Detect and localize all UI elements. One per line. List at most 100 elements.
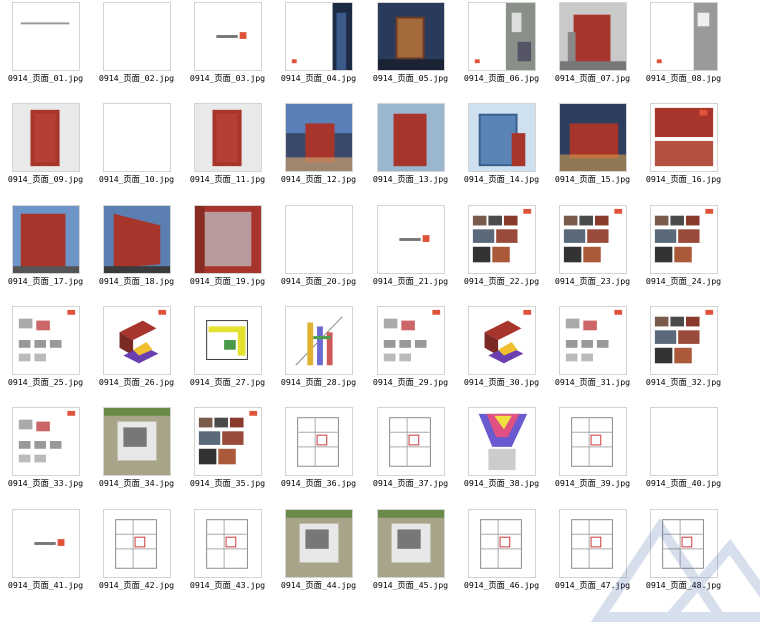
file-item[interactable]: 0914_页面_09.jpg bbox=[0, 101, 91, 202]
photo-collage-thumbnail[interactable] bbox=[468, 205, 536, 274]
file-item[interactable]: 0914_页面_47.jpg bbox=[547, 507, 638, 608]
file-item[interactable]: 0914_页面_37.jpg bbox=[365, 405, 456, 506]
file-item[interactable]: 0914_页面_12.jpg bbox=[273, 101, 364, 202]
diagram-thumbnail[interactable] bbox=[12, 306, 80, 375]
brick-tower-sky-thumbnail[interactable] bbox=[377, 103, 445, 172]
blank-page-thumbnail[interactable] bbox=[103, 2, 171, 71]
file-name-label[interactable]: 0914_页面_47.jpg bbox=[547, 579, 638, 591]
file-name-label[interactable]: 0914_页面_24.jpg bbox=[638, 275, 729, 287]
file-item[interactable]: 0914_页面_44.jpg bbox=[273, 507, 364, 608]
file-name-label[interactable]: 0914_页面_19.jpg bbox=[182, 275, 273, 287]
file-name-label[interactable]: 0914_页面_48.jpg bbox=[638, 579, 729, 591]
file-item[interactable]: 0914_页面_20.jpg bbox=[273, 203, 364, 304]
brick-facade-thumbnail[interactable] bbox=[12, 205, 80, 274]
analysis-map-thumbnail[interactable] bbox=[468, 407, 536, 476]
night-tower-thumbnail[interactable] bbox=[285, 2, 353, 71]
file-name-label[interactable]: 0914_页面_09.jpg bbox=[0, 173, 91, 185]
file-name-label[interactable]: 0914_页面_26.jpg bbox=[91, 376, 182, 388]
file-name-label[interactable]: 0914_页面_07.jpg bbox=[547, 72, 638, 84]
file-name-label[interactable]: 0914_页面_16.jpg bbox=[638, 173, 729, 185]
file-name-label[interactable]: 0914_页面_01.jpg bbox=[0, 72, 91, 84]
file-item[interactable]: 0914_页面_23.jpg bbox=[547, 203, 638, 304]
file-item[interactable]: 0914_页面_14.jpg bbox=[456, 101, 547, 202]
file-name-label[interactable]: 0914_页面_41.jpg bbox=[0, 579, 91, 591]
diagram-thumbnail[interactable] bbox=[377, 306, 445, 375]
file-item[interactable]: 0914_页面_35.jpg bbox=[182, 405, 273, 506]
file-item[interactable]: 0914_页面_45.jpg bbox=[365, 507, 456, 608]
file-item[interactable]: 0914_页面_01.jpg bbox=[0, 0, 91, 101]
title-page-thumbnail[interactable] bbox=[12, 509, 80, 578]
file-item[interactable]: 0914_页面_34.jpg bbox=[91, 405, 182, 506]
title-page-thumbnail[interactable] bbox=[377, 205, 445, 274]
file-item[interactable]: 0914_页面_43.jpg bbox=[182, 507, 273, 608]
perspective-facade-thumbnail[interactable] bbox=[103, 205, 171, 274]
blank-page-thumbnail[interactable] bbox=[103, 103, 171, 172]
floor-plan-thumbnail[interactable] bbox=[377, 407, 445, 476]
file-item[interactable]: 0914_页面_31.jpg bbox=[547, 304, 638, 405]
file-name-label[interactable]: 0914_页面_25.jpg bbox=[0, 376, 91, 388]
file-item[interactable]: 0914_页面_38.jpg bbox=[456, 405, 547, 506]
photo-collage-thumbnail[interactable] bbox=[650, 306, 718, 375]
file-item[interactable]: 0914_页面_19.jpg bbox=[182, 203, 273, 304]
file-item[interactable]: 0914_页面_22.jpg bbox=[456, 203, 547, 304]
file-name-label[interactable]: 0914_页面_03.jpg bbox=[182, 72, 273, 84]
file-name-label[interactable]: 0914_页面_27.jpg bbox=[182, 376, 273, 388]
file-item[interactable]: 0914_页面_29.jpg bbox=[365, 304, 456, 405]
file-name-label[interactable]: 0914_页面_18.jpg bbox=[91, 275, 182, 287]
file-item[interactable]: 0914_页面_40.jpg bbox=[638, 405, 729, 506]
file-name-label[interactable]: 0914_页面_13.jpg bbox=[365, 173, 456, 185]
file-item[interactable]: 0914_页面_30.jpg bbox=[456, 304, 547, 405]
file-name-label[interactable]: 0914_页面_06.jpg bbox=[456, 72, 547, 84]
file-name-label[interactable]: 0914_页面_34.jpg bbox=[91, 477, 182, 489]
file-item[interactable]: 0914_页面_39.jpg bbox=[547, 405, 638, 506]
file-item[interactable]: 0914_页面_24.jpg bbox=[638, 203, 729, 304]
dusk-building-thumbnail[interactable] bbox=[285, 103, 353, 172]
file-name-label[interactable]: 0914_页面_05.jpg bbox=[365, 72, 456, 84]
massing-diagram-thumbnail[interactable] bbox=[103, 306, 171, 375]
brick-grid-thumbnail[interactable] bbox=[194, 205, 262, 274]
file-name-label[interactable]: 0914_页面_30.jpg bbox=[456, 376, 547, 388]
site-plan-thumbnail[interactable] bbox=[103, 407, 171, 476]
plan-diagram-thumbnail[interactable] bbox=[194, 306, 262, 375]
file-item[interactable]: 0914_页面_02.jpg bbox=[91, 0, 182, 101]
file-item[interactable]: 0914_页面_41.jpg bbox=[0, 507, 91, 608]
brick-building-thumbnail[interactable] bbox=[559, 2, 627, 71]
diagram-thumbnail[interactable] bbox=[559, 306, 627, 375]
diagram-thumbnail[interactable] bbox=[12, 407, 80, 476]
file-name-label[interactable]: 0914_页面_08.jpg bbox=[638, 72, 729, 84]
massing-diagram-thumbnail[interactable] bbox=[468, 306, 536, 375]
section-diagram-thumbnail[interactable] bbox=[285, 306, 353, 375]
file-name-label[interactable]: 0914_页面_45.jpg bbox=[365, 579, 456, 591]
photo-collage-thumbnail[interactable] bbox=[650, 205, 718, 274]
file-item[interactable]: 0914_页面_33.jpg bbox=[0, 405, 91, 506]
file-item[interactable]: 0914_页面_32.jpg bbox=[638, 304, 729, 405]
file-name-label[interactable]: 0914_页面_02.jpg bbox=[91, 72, 182, 84]
blank-page-thumbnail[interactable] bbox=[285, 205, 353, 274]
floor-plan-thumbnail[interactable] bbox=[650, 509, 718, 578]
file-item[interactable]: 0914_页面_11.jpg bbox=[182, 101, 273, 202]
file-item[interactable]: 0914_页面_42.jpg bbox=[91, 507, 182, 608]
facade-collage-thumbnail[interactable] bbox=[650, 103, 718, 172]
file-name-label[interactable]: 0914_页面_21.jpg bbox=[365, 275, 456, 287]
file-name-label[interactable]: 0914_页面_23.jpg bbox=[547, 275, 638, 287]
file-name-label[interactable]: 0914_页面_33.jpg bbox=[0, 477, 91, 489]
file-item[interactable]: 0914_页面_10.jpg bbox=[91, 101, 182, 202]
floor-plan-thumbnail[interactable] bbox=[559, 407, 627, 476]
file-item[interactable]: 0914_页面_04.jpg bbox=[273, 0, 364, 101]
aerial-strip-thumbnail[interactable] bbox=[650, 2, 718, 71]
file-item[interactable]: 0914_页面_28.jpg bbox=[273, 304, 364, 405]
file-name-label[interactable]: 0914_页面_29.jpg bbox=[365, 376, 456, 388]
title-page-thumbnail[interactable] bbox=[194, 2, 262, 71]
file-name-label[interactable]: 0914_页面_42.jpg bbox=[91, 579, 182, 591]
file-name-label[interactable]: 0914_页面_37.jpg bbox=[365, 477, 456, 489]
file-name-label[interactable]: 0914_页面_12.jpg bbox=[273, 173, 364, 185]
file-name-label[interactable]: 0914_页面_36.jpg bbox=[273, 477, 364, 489]
floor-plan-thumbnail[interactable] bbox=[559, 509, 627, 578]
file-item[interactable]: 0914_页面_17.jpg bbox=[0, 203, 91, 304]
file-name-label[interactable]: 0914_页面_15.jpg bbox=[547, 173, 638, 185]
brick-tower-thumbnail[interactable] bbox=[194, 103, 262, 172]
file-item[interactable]: 0914_页面_06.jpg bbox=[456, 0, 547, 101]
file-name-label[interactable]: 0914_页面_14.jpg bbox=[456, 173, 547, 185]
file-item[interactable]: 0914_页面_21.jpg bbox=[365, 203, 456, 304]
file-name-label[interactable]: 0914_页面_46.jpg bbox=[456, 579, 547, 591]
